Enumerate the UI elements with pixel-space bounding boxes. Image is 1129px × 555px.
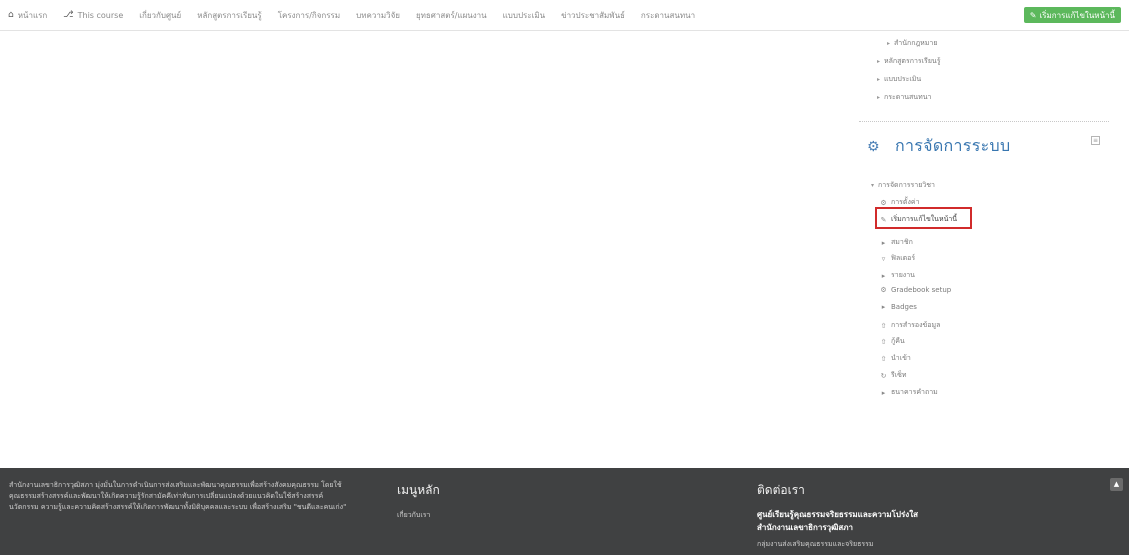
upload-icon: ⇧ <box>880 337 887 346</box>
top-navbar: ⌂ หน้าแรก ⎇ This course เกี่ยวกับศูนย์ ห… <box>0 0 1129 31</box>
home-icon: ⌂ <box>8 10 14 20</box>
footer-org-line2: สำนักงานเลขาธิการวุฒิสภา <box>757 523 854 532</box>
footer-org-name: ศูนย์เรียนรู้คุณธรรมจริยธรรมและความโปร่ง… <box>757 508 918 534</box>
admin-item-reset[interactable]: ↻ รีเซ็ท <box>879 370 907 381</box>
footer-contact-title: ติดต่อเรา <box>757 483 805 497</box>
admin-item-backup[interactable]: ⇧ การสำรองข้อมูล <box>879 320 941 331</box>
admin-item-label: Gradebook setup <box>891 286 952 294</box>
back-to-top-button[interactable]: ▲ <box>1110 478 1123 491</box>
nav-home[interactable]: ⌂ หน้าแรก <box>8 9 47 22</box>
sitemap-icon: ⎇ <box>63 10 74 20</box>
admin-item-badges[interactable]: ▸ Badges <box>879 303 917 311</box>
arrow-icon: ▸ <box>877 94 881 101</box>
gears-icon: ⚙ <box>867 138 880 155</box>
tree-item-legal-office[interactable]: ▸ สำนักกฎหมาย <box>887 38 937 49</box>
admin-item-import[interactable]: ⇧ นำเข้า <box>879 353 911 364</box>
footer-org-sub: กลุ่มงานส่งเสริมคุณธรรมและจริยธรรม <box>757 540 874 548</box>
tree-item-label: สำนักกฎหมาย <box>894 39 938 47</box>
course-administration-node[interactable]: ▾ การจัดการรายวิชา <box>871 180 935 191</box>
footer-org-line1: ศูนย์เรียนรู้คุณธรรมจริยธรรมและความโปร่ง… <box>757 510 918 519</box>
pencil-icon: ✎ <box>880 215 887 224</box>
upload-icon: ⇧ <box>880 354 887 363</box>
admin-item-filters[interactable]: ▿ ฟิลเตอร์ <box>879 253 915 264</box>
nav-this-course-label: This course <box>77 10 124 20</box>
tree-item-label: หลักสูตรการเรียนรู้ <box>884 57 941 65</box>
upload-icon: ⇧ <box>880 321 887 330</box>
admin-item-label: กู้คืน <box>891 337 905 345</box>
nav-research[interactable]: บทความวิจัย <box>356 9 400 22</box>
tree-item-curriculum[interactable]: ▸ หลักสูตรการเรียนรู้ <box>877 56 940 67</box>
admin-item-label: เริ่มการแก้ไขในหน้านี้ <box>891 215 958 223</box>
admin-item-label: ธนาคารคำถาม <box>891 388 938 396</box>
tree-item-forum[interactable]: ▸ กระดานสนทนา <box>877 92 931 103</box>
admin-item-restore[interactable]: ⇧ กู้คืน <box>879 336 905 347</box>
nav-curriculum[interactable]: หลักสูตรการเรียนรู้ <box>197 9 262 22</box>
footer-about-us-link[interactable]: เกี่ยวกับเรา <box>397 510 430 521</box>
tree-item-label: กระดานสนทนา <box>884 93 932 101</box>
arrow-icon: ▸ <box>881 303 886 311</box>
refresh-icon: ↻ <box>880 371 887 380</box>
right-sidebar: ▸ สำนักกฎหมาย ▸ หลักสูตรการเรียนรู้ ▸ แบ… <box>845 30 1119 452</box>
tree-item-evaluation[interactable]: ▸ แบบประเมิน <box>877 74 921 85</box>
nav-forum[interactable]: กระดานสนทนา <box>641 9 695 22</box>
nav-projects[interactable]: โครงการ/กิจกรรม <box>278 9 340 22</box>
admin-item-label: การสำรองข้อมูล <box>891 321 941 329</box>
admin-item-users[interactable]: ▸ สมาชิก <box>879 237 913 248</box>
arrow-icon: ▸ <box>881 238 886 247</box>
admin-item-question-bank[interactable]: ▸ ธนาคารคำถาม <box>879 387 938 398</box>
admin-item-turn-editing-on[interactable]: ✎ เริ่มการแก้ไขในหน้านี้ <box>879 214 958 225</box>
nav-home-label: หน้าแรก <box>17 10 48 20</box>
filter-icon: ▿ <box>881 254 886 263</box>
arrow-icon: ▸ <box>877 76 881 83</box>
nav-this-course[interactable]: ⎇ This course <box>63 10 123 20</box>
admin-item-label: ฟิลเตอร์ <box>891 254 916 262</box>
admin-item-label: สมาชิก <box>891 238 913 246</box>
expanded-arrow-icon: ▾ <box>871 182 875 189</box>
edit-icon: ✎ <box>1029 10 1037 20</box>
turn-editing-on-button[interactable]: ✎ เริ่มการแก้ไขในหน้านี้ <box>1023 7 1121 23</box>
administration-block-header: ⚙ การจัดการระบบ <box>867 134 1010 159</box>
chevron-up-icon: ▲ <box>1113 480 1120 488</box>
course-administration-label: การจัดการรายวิชา <box>878 181 935 189</box>
page-footer: สำนักงานเลขาธิการวุฒิสภา มุ่งมั่นในการดำ… <box>0 468 1129 555</box>
nav-news[interactable]: ข่าวประชาสัมพันธ์ <box>561 9 625 22</box>
gear-icon: ⚙ <box>880 198 887 207</box>
footer-about-text: สำนักงานเลขาธิการวุฒิสภา มุ่งมั่นในการดำ… <box>9 481 347 511</box>
admin-item-gradebook-setup[interactable]: ⚙ Gradebook setup <box>879 286 951 294</box>
arrow-icon: ▸ <box>881 388 886 397</box>
block-separator <box>859 121 1109 122</box>
administration-title: การจัดการระบบ <box>895 136 1011 155</box>
admin-item-label: รายงาน <box>891 271 915 279</box>
tree-item-label: แบบประเมิน <box>884 75 922 83</box>
gear-icon: ⚙ <box>880 286 887 294</box>
admin-item-label: Badges <box>891 303 917 311</box>
arrow-icon: ▸ <box>877 58 881 65</box>
nav-strategy[interactable]: ยุทธศาสตร์/แผนงาน <box>416 9 487 22</box>
turn-editing-label: เริ่มการแก้ไขในหน้านี้ <box>1039 10 1115 20</box>
nav-evaluation[interactable]: แบบประเมิน <box>503 9 545 22</box>
nav-about-center[interactable]: เกี่ยวกับศูนย์ <box>139 9 181 22</box>
arrow-icon: ▸ <box>881 271 886 280</box>
footer-main-menu-title: เมนูหลัก <box>397 483 440 497</box>
block-actions-icon[interactable]: ≡ <box>1091 136 1100 145</box>
admin-item-label: นำเข้า <box>891 354 911 362</box>
admin-item-label: รีเซ็ท <box>891 371 907 379</box>
admin-item-reports[interactable]: ▸ รายงาน <box>879 270 915 281</box>
arrow-icon: ▸ <box>887 40 891 47</box>
